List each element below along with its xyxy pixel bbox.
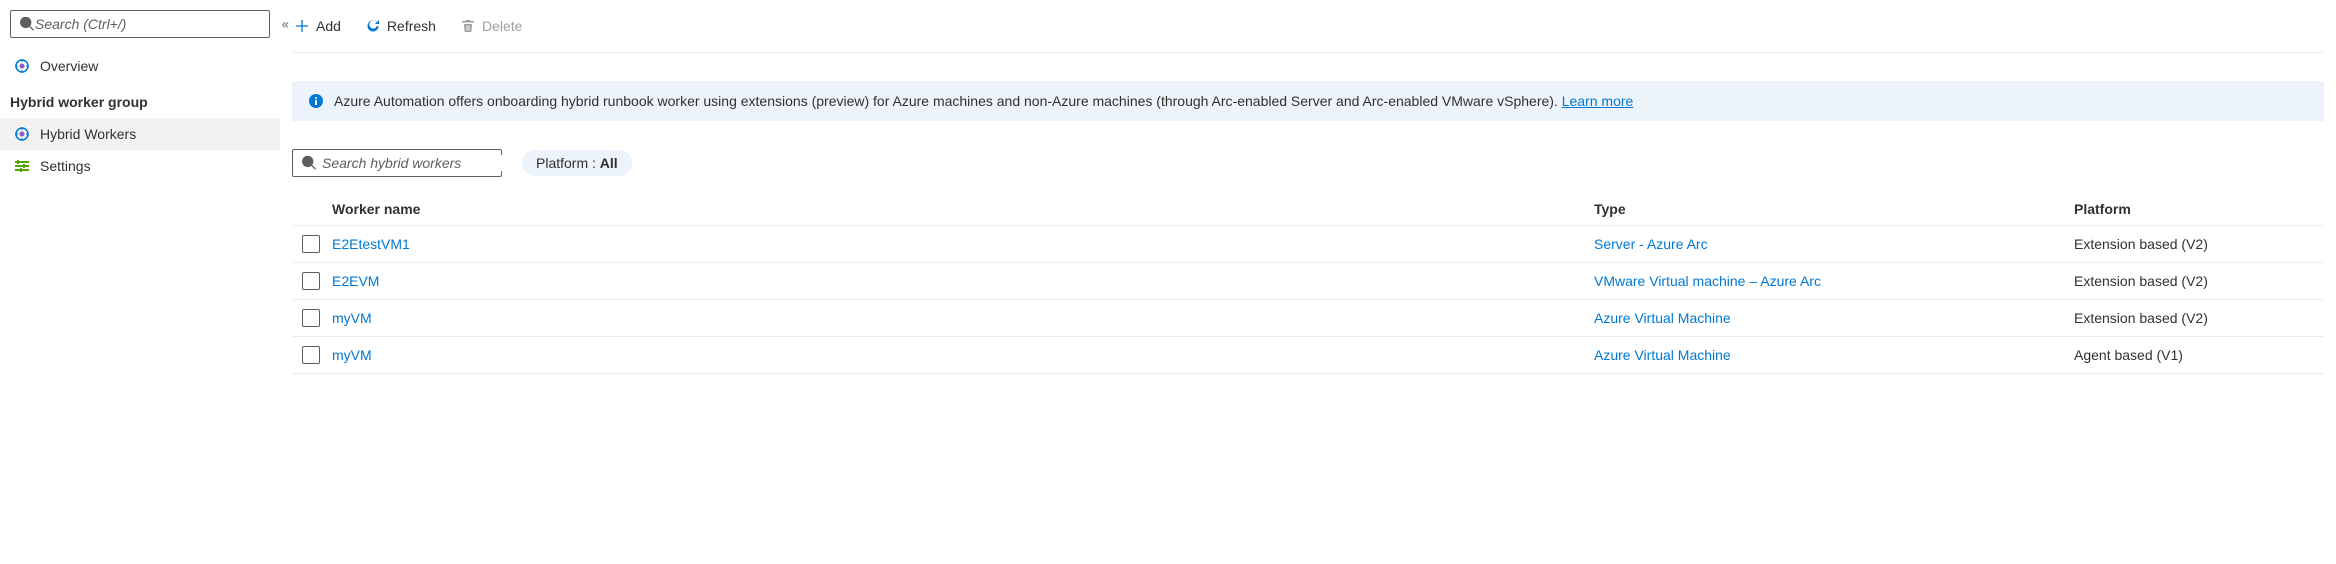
sidebar-item-label: Overview bbox=[40, 58, 98, 74]
worker-name-link[interactable]: myVM bbox=[332, 347, 372, 363]
worker-name-link[interactable]: E2EtestVM1 bbox=[332, 236, 410, 252]
row-checkbox[interactable] bbox=[302, 309, 320, 327]
sidebar-item-label: Hybrid Workers bbox=[40, 126, 136, 142]
header-platform[interactable]: Platform bbox=[2074, 201, 2314, 217]
platform-filter-value: All bbox=[600, 155, 618, 171]
table-row[interactable]: myVM Azure Virtual Machine Agent based (… bbox=[292, 336, 2324, 374]
worker-name-link[interactable]: E2EVM bbox=[332, 273, 379, 289]
delete-button: Delete bbox=[458, 14, 524, 38]
settings-icon bbox=[14, 158, 30, 174]
add-button-label: Add bbox=[316, 18, 341, 34]
refresh-button[interactable]: Refresh bbox=[363, 14, 438, 38]
info-banner: Azure Automation offers onboarding hybri… bbox=[292, 81, 2324, 121]
worker-type-link[interactable]: Azure Virtual Machine bbox=[1594, 347, 1731, 363]
table-row[interactable]: E2EtestVM1 Server - Azure Arc Extension … bbox=[292, 225, 2324, 262]
toolbar: Add Refresh Delete bbox=[292, 10, 2324, 53]
collapse-sidebar-icon[interactable]: « bbox=[282, 17, 289, 32]
overview-icon bbox=[14, 58, 30, 74]
row-checkbox[interactable] bbox=[302, 235, 320, 253]
sidebar-item-hybrid-workers[interactable]: Hybrid Workers bbox=[0, 118, 280, 150]
info-icon bbox=[308, 93, 324, 109]
search-icon bbox=[19, 16, 35, 32]
worker-name-link[interactable]: myVM bbox=[332, 310, 372, 326]
filter-search-input[interactable] bbox=[322, 155, 504, 171]
worker-platform: Extension based (V2) bbox=[2074, 273, 2314, 289]
header-type[interactable]: Type bbox=[1594, 201, 2074, 217]
filter-search[interactable] bbox=[292, 149, 502, 177]
worker-platform: Agent based (V1) bbox=[2074, 347, 2314, 363]
worker-type-link[interactable]: Azure Virtual Machine bbox=[1594, 310, 1731, 326]
refresh-icon bbox=[365, 18, 381, 34]
hybrid-workers-icon bbox=[14, 126, 30, 142]
sidebar-section-title: Hybrid worker group bbox=[0, 82, 280, 118]
refresh-button-label: Refresh bbox=[387, 18, 436, 34]
sidebar-search-input[interactable] bbox=[35, 16, 261, 32]
sidebar-item-overview[interactable]: Overview bbox=[0, 50, 280, 82]
sidebar-item-settings[interactable]: Settings bbox=[0, 150, 280, 182]
table-header: Worker name Type Platform bbox=[292, 193, 2324, 225]
sidebar: « Overview Hybrid worker group Hybrid Wo… bbox=[0, 0, 280, 384]
table-row[interactable]: myVM Azure Virtual Machine Extension bas… bbox=[292, 299, 2324, 336]
sidebar-item-label: Settings bbox=[40, 158, 91, 174]
info-text: Azure Automation offers onboarding hybri… bbox=[334, 93, 1562, 109]
header-worker-name[interactable]: Worker name bbox=[332, 201, 1594, 217]
search-icon bbox=[302, 155, 316, 171]
worker-type-link[interactable]: VMware Virtual machine – Azure Arc bbox=[1594, 273, 1821, 289]
sidebar-search[interactable]: « bbox=[10, 10, 270, 38]
add-icon bbox=[294, 18, 310, 34]
platform-filter[interactable]: Platform : All bbox=[522, 150, 632, 176]
workers-table: Worker name Type Platform E2EtestVM1 Ser… bbox=[292, 193, 2324, 374]
add-button[interactable]: Add bbox=[292, 14, 343, 38]
filter-row: Platform : All bbox=[292, 149, 2324, 177]
row-checkbox[interactable] bbox=[302, 272, 320, 290]
info-banner-text: Azure Automation offers onboarding hybri… bbox=[334, 93, 1633, 109]
row-checkbox[interactable] bbox=[302, 346, 320, 364]
platform-filter-label: Platform : bbox=[536, 155, 600, 171]
main-content: Add Refresh Delete Azure Automation offe… bbox=[280, 0, 2336, 384]
delete-icon bbox=[460, 18, 476, 34]
worker-type-link[interactable]: Server - Azure Arc bbox=[1594, 236, 1708, 252]
delete-button-label: Delete bbox=[482, 18, 522, 34]
worker-platform: Extension based (V2) bbox=[2074, 310, 2314, 326]
worker-platform: Extension based (V2) bbox=[2074, 236, 2314, 252]
table-row[interactable]: E2EVM VMware Virtual machine – Azure Arc… bbox=[292, 262, 2324, 299]
learn-more-link[interactable]: Learn more bbox=[1562, 93, 1634, 109]
